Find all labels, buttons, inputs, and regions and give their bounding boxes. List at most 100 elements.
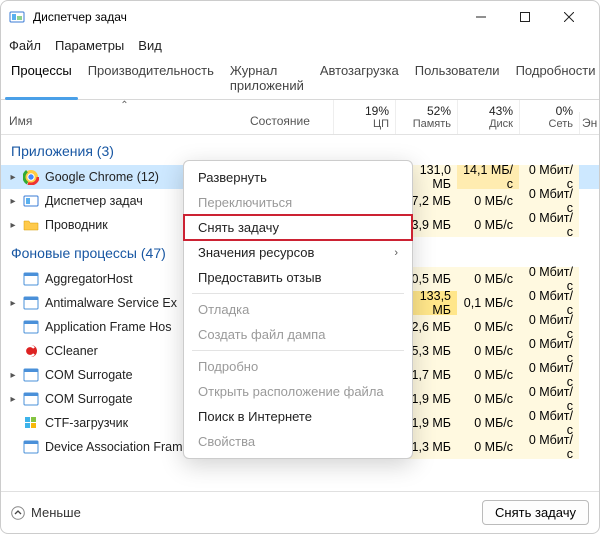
ctx-open-location: Открыть расположение файла <box>184 379 412 404</box>
cell-extra <box>579 267 599 291</box>
chevron-right-icon: › <box>394 247 398 259</box>
ctx-dump: Создать файл дампа <box>184 322 412 347</box>
cell-network: 0 Мбит/с <box>519 189 579 213</box>
menu-file[interactable]: Файл <box>9 38 41 53</box>
expand-arrow-icon[interactable]: ▸ <box>7 196 19 207</box>
tab-apphistory[interactable]: Журнал приложений <box>222 57 312 99</box>
cell-network: 0 Мбит/с <box>519 291 579 315</box>
cell-disk: 0 МБ/с <box>457 267 519 291</box>
process-list: Приложения (3) ▸ Google Chrome (12) 16,5… <box>1 135 599 491</box>
column-headers: ⌃Имя Состояние 19%ЦП 52%Память 43%Диск 0… <box>1 100 599 135</box>
titlebar: Диспетчер задач <box>1 1 599 33</box>
ctx-properties: Свойства <box>184 429 412 454</box>
cell-disk: 0 МБ/с <box>457 363 519 387</box>
col-cpu[interactable]: 19%ЦП <box>333 100 395 134</box>
cell-network: 0 Мбит/с <box>519 165 579 189</box>
tabstrip: Процессы Производительность Журнал прило… <box>1 57 599 100</box>
tab-processes[interactable]: Процессы <box>3 57 80 99</box>
process-icon <box>23 169 39 185</box>
ctx-details: Подробно <box>184 354 412 379</box>
ctx-resource-values[interactable]: Значения ресурсов› <box>184 240 412 265</box>
cell-network: 0 Мбит/с <box>519 363 579 387</box>
fewer-details[interactable]: Меньше <box>11 505 81 520</box>
cell-extra <box>579 213 599 237</box>
process-icon <box>23 193 39 209</box>
cell-extra <box>579 291 599 315</box>
col-memory[interactable]: 52%Память <box>395 100 457 134</box>
tab-users[interactable]: Пользователи <box>407 57 508 99</box>
cell-extra <box>579 315 599 339</box>
end-task-button[interactable]: Снять задачу <box>482 500 589 525</box>
tab-details[interactable]: Подробности <box>508 57 600 99</box>
tab-startup[interactable]: Автозагрузка <box>312 57 407 99</box>
menu-options[interactable]: Параметры <box>55 38 124 53</box>
process-icon <box>23 217 39 233</box>
col-extra[interactable]: Эн <box>579 112 599 134</box>
cell-disk: 0 МБ/с <box>457 213 519 237</box>
minimize-button[interactable] <box>459 2 503 32</box>
cell-disk: 14,1 МБ/с <box>457 165 519 189</box>
expand-arrow-icon[interactable]: ▸ <box>7 418 19 429</box>
cell-network: 0 Мбит/с <box>519 213 579 237</box>
menu-view[interactable]: Вид <box>138 38 162 53</box>
menubar: Файл Параметры Вид <box>1 33 599 57</box>
tab-performance[interactable]: Производительность <box>80 57 222 99</box>
cell-extra <box>579 339 599 363</box>
cell-disk: 0,1 МБ/с <box>457 291 519 315</box>
process-icon <box>23 319 39 335</box>
cell-extra <box>579 411 599 435</box>
expand-arrow-icon[interactable]: ▸ <box>7 274 19 285</box>
window-title: Диспетчер задач <box>33 10 459 24</box>
cell-network: 0 Мбит/с <box>519 267 579 291</box>
expand-arrow-icon[interactable]: ▸ <box>7 172 19 183</box>
expand-arrow-icon[interactable]: ▸ <box>7 298 19 309</box>
process-icon <box>23 271 39 287</box>
ctx-debug: Отладка <box>184 297 412 322</box>
separator <box>192 293 404 294</box>
col-state[interactable]: Состояние <box>248 108 333 134</box>
col-disk[interactable]: 43%Диск <box>457 100 519 134</box>
maximize-button[interactable] <box>503 2 547 32</box>
close-button[interactable] <box>547 2 591 32</box>
ctx-search[interactable]: Поиск в Интернете <box>184 404 412 429</box>
process-icon <box>23 415 39 431</box>
expand-arrow-icon[interactable]: ▸ <box>7 322 19 333</box>
process-icon <box>23 391 39 407</box>
cell-network: 0 Мбит/с <box>519 411 579 435</box>
cell-network: 0 Мбит/с <box>519 435 579 459</box>
process-icon <box>23 439 39 455</box>
cell-extra <box>579 165 599 189</box>
separator <box>192 350 404 351</box>
cell-disk: 0 МБ/с <box>457 339 519 363</box>
cell-network: 0 Мбит/с <box>519 339 579 363</box>
expand-arrow-icon[interactable]: ▸ <box>7 442 19 453</box>
col-name[interactable]: ⌃Имя <box>1 108 248 134</box>
cell-disk: 0 МБ/с <box>457 315 519 339</box>
process-icon <box>23 295 39 311</box>
app-icon <box>9 9 25 25</box>
expand-arrow-icon[interactable]: ▸ <box>7 370 19 381</box>
footer: Меньше Снять задачу <box>1 491 599 533</box>
cell-extra <box>579 189 599 213</box>
cell-disk: 0 МБ/с <box>457 435 519 459</box>
expand-arrow-icon[interactable]: ▸ <box>7 346 19 357</box>
expand-arrow-icon[interactable]: ▸ <box>7 220 19 231</box>
ctx-expand[interactable]: Развернуть <box>184 165 412 190</box>
process-icon <box>23 367 39 383</box>
context-menu: Развернуть Переключиться Снять задачу Зн… <box>183 160 413 459</box>
cell-disk: 0 МБ/с <box>457 189 519 213</box>
cell-disk: 0 МБ/с <box>457 387 519 411</box>
cell-extra <box>579 363 599 387</box>
chevron-up-icon <box>11 506 25 520</box>
sort-arrow-icon: ⌃ <box>120 100 128 111</box>
cell-disk: 0 МБ/с <box>457 411 519 435</box>
cell-extra <box>579 387 599 411</box>
cell-network: 0 Мбит/с <box>519 387 579 411</box>
cell-extra <box>579 435 599 459</box>
col-network[interactable]: 0%Сеть <box>519 100 579 134</box>
process-icon <box>23 343 39 359</box>
ctx-feedback[interactable]: Предоставить отзыв <box>184 265 412 290</box>
ctx-end-task[interactable]: Снять задачу <box>184 215 412 240</box>
expand-arrow-icon[interactable]: ▸ <box>7 394 19 405</box>
cell-network: 0 Мбит/с <box>519 315 579 339</box>
